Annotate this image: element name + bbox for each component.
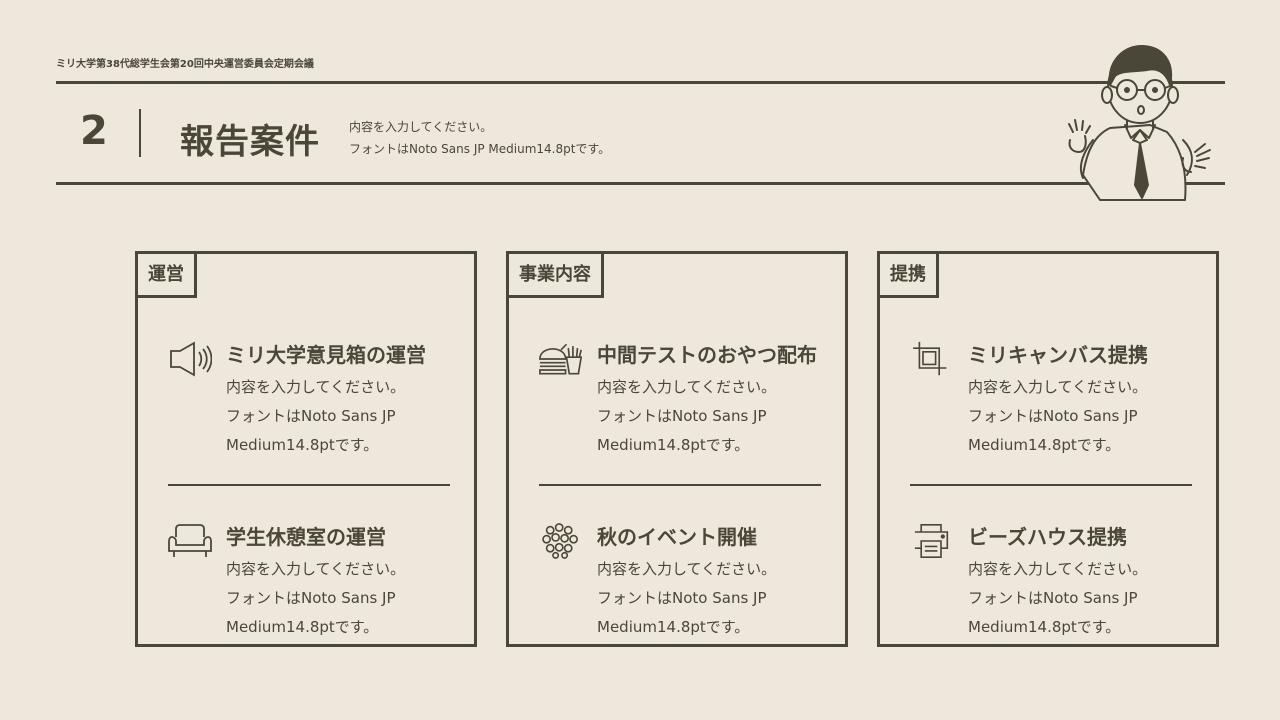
- header-bottom-rule: [56, 182, 1225, 185]
- item-description: 内容を入力してください。 フォントはNoto Sans JP Medium14.…: [968, 555, 1147, 642]
- crop-icon: [913, 341, 947, 376]
- item-title: 秋のイベント開催: [597, 525, 757, 549]
- item-divider: [539, 484, 821, 486]
- section-title: 報告案件: [180, 122, 320, 162]
- description-line: Medium14.8ptです。: [968, 436, 1121, 454]
- description-line: フォントはNoto Sans JP: [226, 407, 396, 425]
- description-line: フォントはNoto Sans JP: [597, 589, 767, 607]
- description-line: フォントはNoto Sans JP: [968, 407, 1138, 425]
- item-description: 内容を入力してください。 フォントはNoto Sans JP Medium14.…: [968, 373, 1147, 460]
- item-title: ミリ大学意見箱の運営: [226, 343, 426, 367]
- organization-header: ミリ大学第38代総学生会第20回中央運営委員会定期会議: [56, 59, 314, 70]
- item-divider: [168, 484, 450, 486]
- item-description: 内容を入力してください。 フォントはNoto Sans JP Medium14.…: [226, 373, 405, 460]
- megaphone-icon: [170, 341, 212, 377]
- snacks-icon: [539, 343, 583, 375]
- section-description: 内容を入力してください。 フォントはNoto Sans JP Medium14.…: [349, 116, 610, 160]
- description-line: 内容を入力してください。: [968, 378, 1148, 396]
- printer-icon: [914, 523, 949, 559]
- description-line: フォントはNoto Sans JP: [597, 407, 767, 425]
- card-tag: 提携: [877, 251, 939, 298]
- presenter-character-illustration: [1068, 44, 1211, 201]
- description-line: フォントはNoto Sans JP: [226, 589, 396, 607]
- header-top-rule: [56, 81, 1225, 84]
- item-description: 内容を入力してください。 フォントはNoto Sans JP Medium14.…: [597, 373, 776, 460]
- description-line: 内容を入力してください。: [226, 560, 406, 578]
- item-title: 学生休憩室の運営: [226, 525, 386, 549]
- description-line: Medium14.8ptです。: [226, 436, 379, 454]
- description-line: 内容を入力してください。: [597, 560, 777, 578]
- description-line: Medium14.8ptです。: [226, 618, 379, 636]
- item-title: ミリキャンバス提携: [968, 343, 1148, 367]
- description-line: Medium14.8ptです。: [597, 436, 750, 454]
- description-line: フォントはNoto Sans JP Medium14.8ptです。: [349, 142, 611, 156]
- item-title: ビーズハウス提携: [968, 525, 1127, 549]
- sofa-icon: [168, 524, 212, 557]
- description-line: 内容を入力してください。: [597, 378, 777, 396]
- description-line: 内容を入力してください。: [349, 120, 493, 134]
- card-business: 事業内容 中間テストのおやつ配布 内容を入力してください。 フォントはNoto …: [506, 251, 848, 647]
- card-tag: 事業内容: [506, 251, 604, 298]
- card-partnership: 提携 ミリキャンバス提携 内容を入力してください。 フォントはNoto Sans…: [877, 251, 1219, 647]
- section-divider: [139, 109, 141, 157]
- card-tag: 運営: [135, 251, 197, 298]
- description-line: フォントはNoto Sans JP: [968, 589, 1138, 607]
- item-title: 中間テストのおやつ配布: [597, 343, 817, 367]
- card-operations: 運営 ミリ大学意見箱の運営 内容を入力してください。 フォントはNoto San…: [135, 251, 477, 647]
- description-line: 内容を入力してください。: [968, 560, 1148, 578]
- description-line: Medium14.8ptです。: [597, 618, 750, 636]
- section-number: 2: [80, 108, 108, 154]
- description-line: 内容を入力してください。: [226, 378, 406, 396]
- item-description: 内容を入力してください。 フォントはNoto Sans JP Medium14.…: [597, 555, 776, 642]
- description-line: Medium14.8ptです。: [968, 618, 1121, 636]
- item-divider: [910, 484, 1192, 486]
- item-description: 内容を入力してください。 フォントはNoto Sans JP Medium14.…: [226, 555, 405, 642]
- balloons-icon: [542, 523, 579, 559]
